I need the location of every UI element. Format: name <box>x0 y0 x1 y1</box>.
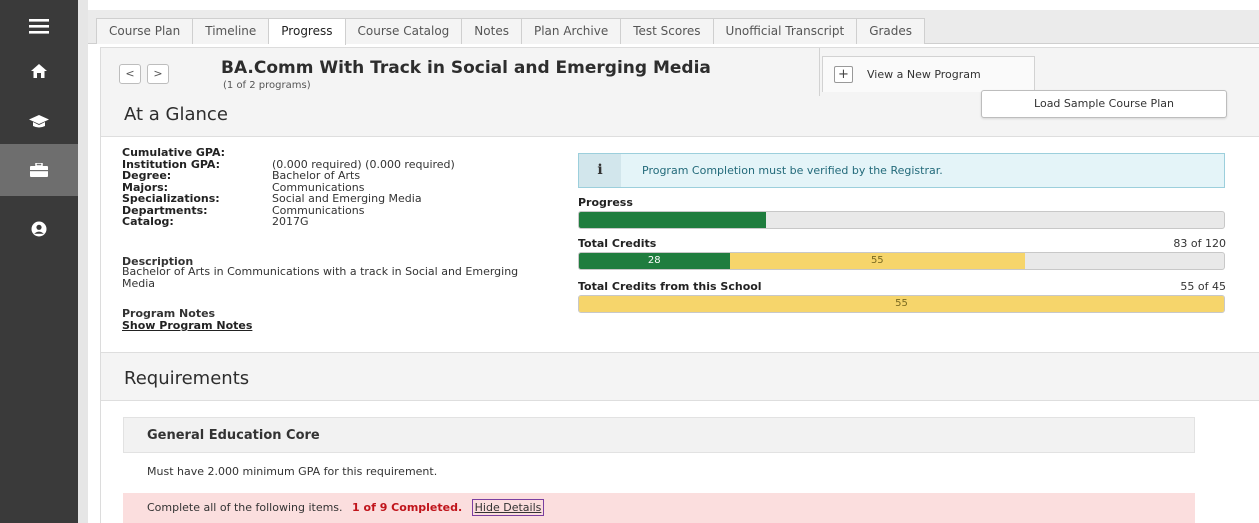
load-sample-course-plan-button[interactable]: Load Sample Course Plan <box>981 90 1227 118</box>
school-credits-segment: 55 <box>579 296 1224 312</box>
school-credits-bar: 55 <box>578 295 1225 313</box>
school-credits-label: Total Credits from this School <box>578 280 762 293</box>
tab-test-scores[interactable]: Test Scores <box>621 18 714 44</box>
tab-plan-archive[interactable]: Plan Archive <box>521 18 622 44</box>
alert-text: Program Completion must be verified by t… <box>642 164 943 177</box>
general-education-core-title: General Education Core <box>147 428 320 443</box>
user-circle-icon <box>31 221 47 237</box>
info-row: Degree: Bachelor of Arts <box>122 170 455 182</box>
tab-grades[interactable]: Grades <box>857 18 926 44</box>
info-value: Social and Emerging Media <box>272 192 422 205</box>
info-label: Degree: <box>122 169 172 182</box>
tab-notes[interactable]: Notes <box>462 18 522 44</box>
show-program-notes-link[interactable]: Show Program Notes <box>122 319 252 332</box>
plus-icon: + <box>834 66 853 83</box>
at-a-glance-heading: At a Glance <box>124 104 228 125</box>
tab-unofficial-transcript[interactable]: Unofficial Transcript <box>713 18 858 44</box>
progress-bar <box>578 211 1225 229</box>
tab-bar: Course Plan Timeline Progress Course Catalo… <box>88 10 1259 45</box>
info-value: 2017G <box>272 215 309 228</box>
previous-program-button[interactable]: < <box>119 64 141 84</box>
tab-timeline[interactable]: Timeline <box>193 18 270 44</box>
completion-status-row: Complete all of the following items. 1 o… <box>123 493 1195 523</box>
program-header: < > BA.Comm With Track in Social and Eme… <box>101 48 1259 96</box>
info-row: Cumulative GPA: <box>122 147 455 159</box>
academics-button[interactable] <box>0 95 78 147</box>
graduation-cap-icon <box>29 115 49 128</box>
profile-button[interactable] <box>0 203 78 255</box>
side-nav <box>0 0 78 523</box>
program-title: BA.Comm With Track in Social and Emergin… <box>221 58 711 78</box>
progress-fill <box>579 212 767 228</box>
info-row: Catalog: 2017G <box>122 216 455 228</box>
total-credits-count: 83 of 120 <box>1173 237 1226 250</box>
view-new-program-label: View a New Program <box>867 68 981 81</box>
tab-progress[interactable]: Progress <box>269 18 346 45</box>
info-label: Specializations: <box>122 192 220 205</box>
info-label: Catalog: <box>122 215 174 228</box>
planner-button[interactable] <box>0 144 78 196</box>
program-tab-edge <box>810 48 820 96</box>
completion-status: Complete all of the following items. 1 o… <box>147 493 545 523</box>
info-value: Bachelor of Arts <box>272 169 361 182</box>
requirements-body: General Education Core Must have 2.000 m… <box>101 400 1259 523</box>
general-education-core-header[interactable]: General Education Core <box>123 417 1195 453</box>
completed-count: 1 of 9 Completed. <box>352 501 463 514</box>
briefcase-icon <box>30 163 48 177</box>
tab-course-catalog[interactable]: Course Catalog <box>345 18 463 44</box>
total-credits-label: Total Credits <box>578 237 657 250</box>
tab-course-plan[interactable]: Course Plan <box>96 18 194 44</box>
tabs: Course Plan Timeline Progress Course Catalo… <box>96 18 926 45</box>
completed-credits-segment: 28 <box>579 253 730 269</box>
progress-panel: < > BA.Comm With Track in Social and Eme… <box>100 47 1259 523</box>
gutter <box>78 0 88 523</box>
hide-details-link[interactable]: Hide Details <box>471 499 545 516</box>
info-row: Specializations: Social and Emerging Medi… <box>122 193 455 205</box>
progress-label: Progress <box>578 196 633 209</box>
registrar-alert: i Program Completion must be verified by… <box>578 153 1225 188</box>
view-new-program-button[interactable]: + View a New Program <box>822 56 1035 92</box>
at-a-glance-body: Cumulative GPA: Institution GPA: (0.000 re… <box>101 136 1259 353</box>
program-count: (1 of 2 programs) <box>223 80 311 91</box>
total-credits-bar: 28 55 <box>578 252 1225 270</box>
requirements-heading: Requirements <box>124 368 250 389</box>
menu-icon <box>29 19 49 34</box>
info-icon: i <box>579 154 621 187</box>
info-label: Cumulative GPA: <box>122 146 226 159</box>
description-text: Bachelor of Arts in Communications with … <box>122 265 519 290</box>
school-credits-count: 55 of 45 <box>1180 280 1226 293</box>
in-progress-credits-segment: 55 <box>729 253 1026 269</box>
home-button[interactable] <box>0 45 78 97</box>
program-info: Cumulative GPA: Institution GPA: (0.000 re… <box>122 147 455 228</box>
next-program-button[interactable]: > <box>147 64 169 84</box>
home-icon <box>31 64 47 78</box>
completion-instruction: Complete all of the following items. <box>147 501 343 514</box>
gpa-requirement-note: Must have 2.000 minimum GPA for this req… <box>147 465 438 478</box>
